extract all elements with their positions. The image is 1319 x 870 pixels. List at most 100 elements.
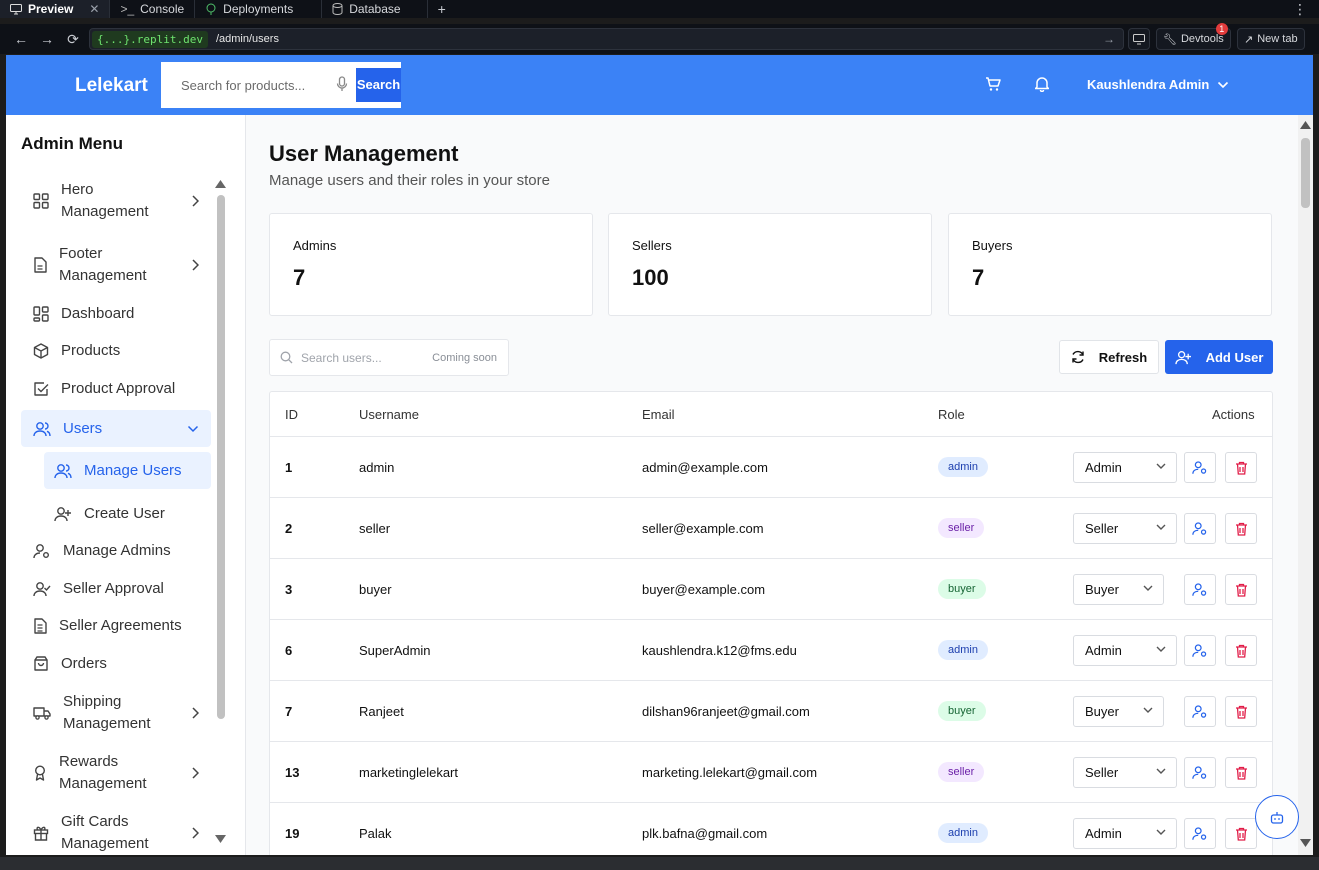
more-vertical-icon[interactable]: ⋮ (1293, 1, 1319, 18)
tab-database[interactable]: Database (322, 0, 428, 18)
table-row: 3 buyer buyer@example.com buyer Buyer (270, 559, 1272, 620)
cell-id: 7 (285, 704, 293, 719)
tab-console[interactable]: >_ Console (110, 0, 196, 18)
delete-user-button[interactable] (1225, 635, 1257, 666)
add-user-button[interactable]: Add User (1165, 340, 1273, 374)
chevron-right-icon (192, 707, 199, 719)
edit-role-button[interactable] (1184, 757, 1216, 788)
sidebar-item-seller-agreements[interactable]: Seller Agreements (21, 614, 211, 638)
sidebar-scrollbar[interactable] (215, 180, 226, 850)
browser-tab-bar: Preview ✕ >_ Console Deployments Databas… (0, 0, 1319, 18)
sidebar-item-manage-users[interactable]: Manage Users (44, 452, 211, 489)
chevron-down-icon (1156, 768, 1166, 774)
delete-user-button[interactable] (1225, 818, 1257, 849)
new-tab-button[interactable]: ↗ New tab (1237, 28, 1305, 50)
role-select-value: Admin (1085, 460, 1122, 475)
close-icon[interactable]: ✕ (89, 2, 99, 16)
devtools-button[interactable]: 🔧︎ Devtools 1 (1156, 23, 1231, 50)
cart-icon[interactable] (985, 76, 1001, 92)
sidebar-item-dashboard[interactable]: Dashboard (21, 302, 211, 326)
sidebar-item-footer-management[interactable]: Footer Management (21, 243, 211, 287)
role-select-value: Buyer (1085, 582, 1119, 597)
sidebar-item-label: Manage Users (84, 461, 182, 479)
edit-role-button[interactable] (1184, 513, 1216, 544)
trash-icon (1235, 583, 1247, 597)
cell-email: seller@example.com (642, 521, 764, 536)
edit-role-button[interactable] (1184, 635, 1216, 666)
sidebar-item-orders[interactable]: Orders (21, 652, 211, 676)
new-tab-plus-icon[interactable]: + (428, 1, 456, 17)
product-search: Search (161, 62, 401, 108)
search-button[interactable]: Search (356, 68, 401, 102)
chevron-right-icon (192, 259, 199, 271)
trash-icon (1235, 827, 1247, 841)
sidebar-item-product-approval[interactable]: Product Approval (21, 377, 211, 401)
stat-value: 7 (293, 265, 306, 290)
bell-icon[interactable] (1035, 76, 1049, 92)
role-select[interactable]: Seller (1073, 757, 1177, 788)
scroll-down-icon[interactable] (215, 835, 226, 843)
role-select[interactable]: Seller (1073, 513, 1177, 544)
sidebar-item-manage-admins[interactable]: Manage Admins (21, 539, 211, 563)
reload-icon[interactable]: ⟳ (60, 31, 86, 48)
sidebar-item-label: Products (61, 342, 121, 359)
users-table: ID Username Email Role Actions 1 admin a… (269, 391, 1273, 855)
product-search-input[interactable] (181, 65, 341, 105)
role-select[interactable]: Admin (1073, 818, 1177, 849)
delete-user-button[interactable] (1225, 696, 1257, 727)
sidebar-item-gift-cards-management[interactable]: Gift Cards Management (21, 811, 211, 855)
main-scrollbar[interactable] (1298, 115, 1313, 855)
sidebar-item-users[interactable]: Users (21, 410, 211, 447)
address-field[interactable]: {...}.replit.dev /admin/users → (89, 28, 1124, 50)
sidebar-item-products[interactable]: Products (21, 339, 211, 363)
back-icon[interactable]: ← (8, 31, 34, 47)
column-header: Username (359, 407, 419, 422)
cell-email: buyer@example.com (642, 582, 766, 597)
role-badge: admin (938, 457, 988, 477)
edit-role-button[interactable] (1184, 818, 1216, 849)
chatbot-button[interactable] (1255, 795, 1299, 839)
role-select-value: Admin (1085, 643, 1122, 658)
mic-icon[interactable] (336, 76, 348, 92)
main-scroll-thumb[interactable] (1301, 138, 1310, 208)
delete-user-button[interactable] (1225, 757, 1257, 788)
delete-user-button[interactable] (1225, 513, 1257, 544)
role-select-value: Admin (1085, 826, 1122, 841)
sidebar-item-hero-management[interactable]: Hero Management (21, 179, 211, 223)
user-search-input[interactable] (301, 350, 421, 365)
sidebar-item-shipping-management[interactable]: Shipping Management (21, 691, 211, 735)
forward-icon[interactable]: → (34, 31, 60, 47)
scroll-up-icon[interactable] (215, 180, 226, 188)
cell-email: plk.bafna@gmail.com (642, 826, 768, 841)
edit-role-button[interactable] (1184, 452, 1216, 483)
edit-role-button[interactable] (1184, 696, 1216, 727)
sidebar-item-seller-approval[interactable]: Seller Approval (21, 577, 211, 601)
cell-id: 3 (285, 582, 293, 597)
edit-role-button[interactable] (1184, 574, 1216, 605)
url-domain: {...}.replit.dev (92, 30, 208, 48)
role-select[interactable]: Admin (1073, 452, 1177, 483)
user-menu[interactable]: Kaushlendra Admin (1087, 77, 1229, 92)
sidebar-item-rewards-management[interactable]: Rewards Management (21, 751, 211, 795)
sidebar-scroll-thumb[interactable] (217, 195, 225, 719)
tab-preview[interactable]: Preview ✕ (0, 0, 111, 18)
sidebar-item-label: Users (63, 419, 103, 437)
dashboard-icon (33, 306, 49, 322)
sidebar-item-create-user[interactable]: Create User (44, 502, 211, 526)
role-select[interactable]: Buyer (1073, 696, 1164, 727)
role-select[interactable]: Buyer (1073, 574, 1164, 605)
role-select[interactable]: Admin (1073, 635, 1177, 666)
logo[interactable]: Lelekart (75, 75, 148, 97)
delete-user-button[interactable] (1225, 574, 1257, 605)
refresh-button[interactable]: Refresh (1059, 340, 1159, 374)
screen-button[interactable] (1128, 28, 1150, 50)
users-icon (33, 421, 51, 436)
scroll-down-icon[interactable] (1300, 839, 1311, 847)
sidebar-item-label: Dashboard (61, 305, 135, 322)
terminal-icon: >_ (120, 2, 135, 16)
scroll-up-icon[interactable] (1300, 121, 1311, 129)
main-content: User Management Manage users and their r… (246, 115, 1298, 855)
arrow-right-icon[interactable]: → (1103, 32, 1115, 46)
tab-deployments[interactable]: Deployments (195, 0, 323, 18)
delete-user-button[interactable] (1225, 452, 1257, 483)
